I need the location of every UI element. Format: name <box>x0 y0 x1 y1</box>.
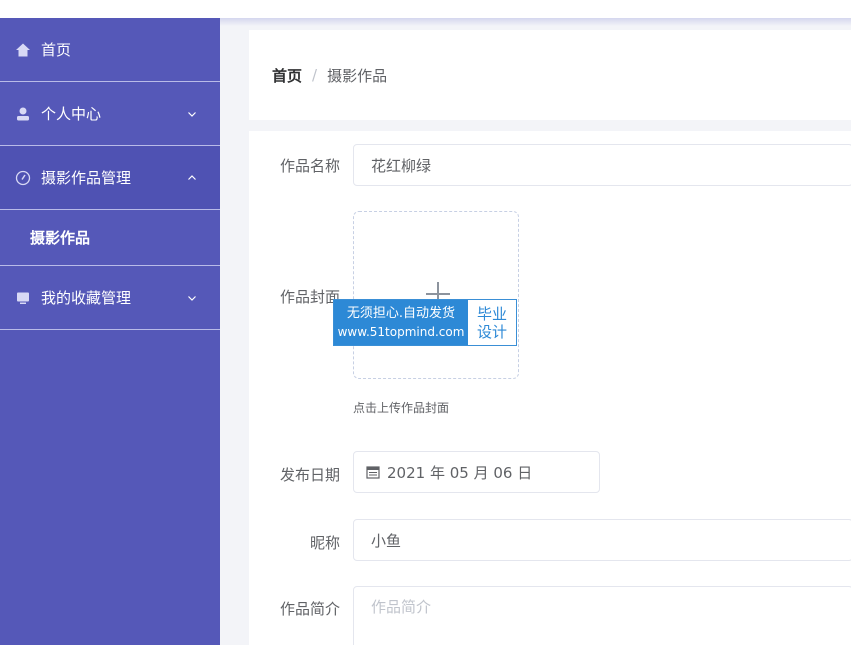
compass-icon <box>14 169 32 187</box>
nickname-value: 小鱼 <box>371 531 402 550</box>
watermark-badge: 无须担心.自动发货 www.51topmind.com 毕业 设计 <box>333 299 517 346</box>
chevron-up-icon <box>186 172 198 184</box>
photo-work-form: 作品名称 花红柳绿 作品封面 无须担心.自动发货 www.51topmind.c… <box>249 131 851 645</box>
date-picker[interactable]: 2021 年 05 月 06 日 <box>353 451 600 493</box>
sidebar-item-photo-management[interactable]: 摄影作品管理 <box>0 146 220 210</box>
watermark-text: 无须担心.自动发货 www.51topmind.com <box>334 300 468 345</box>
watermark-tag: 毕业 设计 <box>468 300 516 345</box>
user-icon <box>14 105 32 123</box>
sidebar-item-label: 首页 <box>41 41 72 59</box>
monitor-icon <box>14 289 32 307</box>
sidebar-item-favorites-management[interactable]: 我的收藏管理 <box>0 266 220 330</box>
home-icon <box>14 41 32 59</box>
intro-placeholder: 作品简介 <box>371 598 432 616</box>
sidebar: 首页 个人中心 摄影作品管理 摄影作品 我的收藏管理 <box>0 18 220 645</box>
sidebar-item-photo-works[interactable]: 摄影作品 <box>0 210 220 266</box>
breadcrumb-separator: / <box>312 66 318 84</box>
sidebar-item-label: 摄影作品 <box>30 229 91 247</box>
breadcrumb-home[interactable]: 首页 <box>272 65 302 86</box>
watermark-url: www.51topmind.com <box>337 324 465 339</box>
chevron-down-icon <box>186 108 198 120</box>
name-input[interactable]: 花红柳绿 <box>353 144 851 186</box>
chevron-down-icon <box>186 292 198 304</box>
breadcrumb-current: 摄影作品 <box>327 66 388 85</box>
cover-label: 作品封面 <box>279 288 340 306</box>
nickname-label: 昵称 <box>309 534 340 552</box>
cover-upload-tip: 点击上传作品封面 <box>353 401 450 415</box>
sidebar-item-home[interactable]: 首页 <box>0 18 220 82</box>
watermark-line1: 无须担心.自动发货 <box>346 305 456 321</box>
cover-uploader[interactable] <box>353 211 519 379</box>
date-label: 发布日期 <box>279 466 340 484</box>
date-value: 2021 年 05 月 06 日 <box>387 463 533 482</box>
watermark-tag-line2: 设计 <box>476 322 507 341</box>
name-label: 作品名称 <box>279 157 340 175</box>
watermark-tag-line1: 毕业 <box>476 304 507 323</box>
top-bar <box>0 0 851 18</box>
intro-textarea[interactable]: 作品简介 <box>353 586 851 645</box>
intro-label: 作品简介 <box>279 600 340 618</box>
breadcrumb: 首页 / 摄影作品 <box>249 30 851 120</box>
sidebar-item-personal-center[interactable]: 个人中心 <box>0 82 220 146</box>
name-value: 花红柳绿 <box>371 156 432 175</box>
calendar-icon <box>366 465 380 479</box>
nickname-input[interactable]: 小鱼 <box>353 519 851 561</box>
